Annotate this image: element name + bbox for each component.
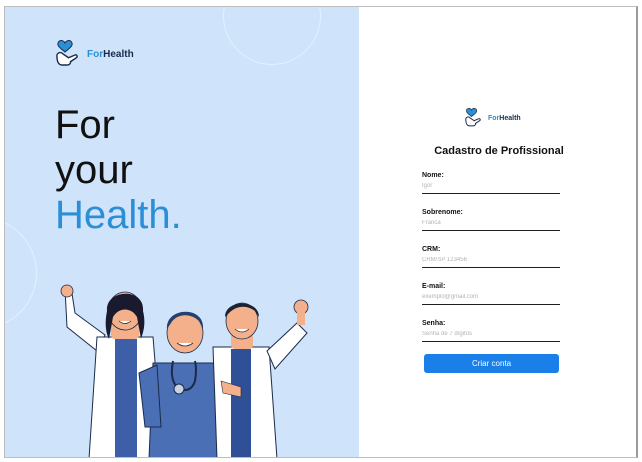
brand-name: ForHealth: [87, 48, 134, 60]
decorative-circle: [223, 7, 321, 65]
password-field: Senha:: [422, 320, 560, 342]
app-window: ForHealth For your Health. ForHealth Cad…: [4, 6, 638, 458]
decorative-circle: [5, 217, 37, 329]
password-input[interactable]: [422, 331, 560, 342]
last-name-input[interactable]: [422, 220, 560, 231]
hero-line-1: For: [55, 103, 115, 147]
password-label: Senha:: [422, 320, 446, 327]
crm-field: CRM:: [422, 246, 560, 268]
first-name-label: Nome:: [422, 172, 444, 179]
first-name-field: Nome:: [422, 172, 560, 194]
last-name-field: Sobrenome:: [422, 209, 560, 231]
crm-label: CRM:: [422, 246, 441, 253]
heart-hand-icon: [56, 40, 78, 66]
create-account-button[interactable]: Criar conta: [424, 354, 559, 373]
medical-team-illustration: [60, 284, 309, 457]
form-brand-name: ForHealth: [488, 114, 521, 122]
form-title: Cadastro de Profissional: [434, 145, 564, 157]
hero-line-3: Health.: [55, 193, 182, 237]
first-name-input[interactable]: [422, 183, 560, 194]
heart-hand-icon: [465, 108, 481, 127]
signup-panel: ForHealth Cadastro de Profissional Nome:…: [359, 7, 636, 457]
crm-input[interactable]: [422, 257, 560, 268]
hero-panel: ForHealth For your Health.: [5, 7, 359, 457]
email-field: E-mail:: [422, 283, 560, 305]
last-name-label: Sobrenome:: [422, 209, 463, 216]
brand-logo[interactable]: ForHealth: [53, 39, 134, 69]
hero-line-2: your: [55, 148, 133, 192]
hero-headline: For your Health.: [55, 103, 182, 238]
form-brand-logo[interactable]: ForHealth: [463, 107, 521, 129]
email-label: E-mail:: [422, 283, 446, 290]
email-input[interactable]: [422, 294, 560, 305]
